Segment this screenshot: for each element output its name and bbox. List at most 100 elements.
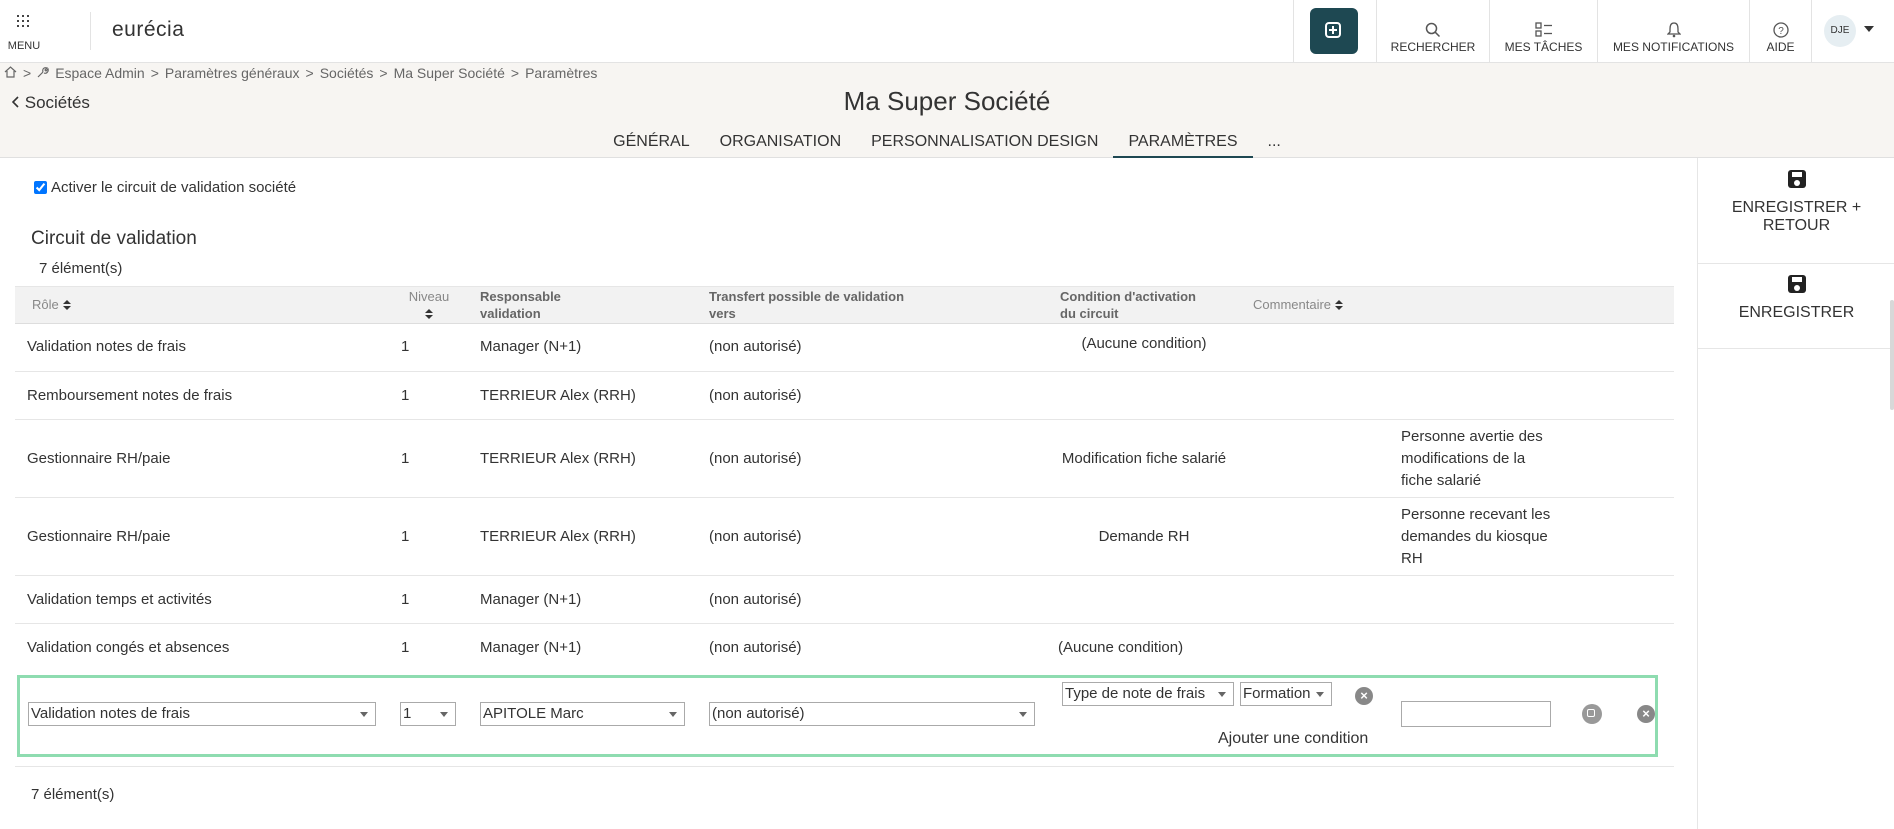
chevron-down-icon	[1864, 26, 1874, 32]
save-return-button[interactable]: ENREGISTRER + RETOUR	[1698, 170, 1894, 264]
transfert-select[interactable]: (non autorisé)	[709, 702, 1035, 726]
responsable-select[interactable]: APITOLE Marc	[480, 702, 685, 726]
divider	[90, 12, 91, 50]
help-icon: ?	[1762, 0, 1799, 38]
sort-icon	[62, 300, 71, 311]
table-row[interactable]: Gestionnaire RH/paie 1 TERRIEUR Alex (RR…	[15, 420, 1674, 498]
condition-cell	[1058, 372, 1230, 419]
tab-personnalisation-design[interactable]: PERSONNALISATION DESIGN	[856, 132, 1113, 156]
user-menu[interactable]: DJE	[1811, 0, 1894, 62]
chevron-left-icon	[11, 93, 25, 112]
help-button[interactable]: ? AIDE	[1749, 0, 1811, 62]
niveau-cell: 1	[401, 386, 410, 404]
table-row[interactable]: Validation notes de frais 1 Manager (N+1…	[15, 323, 1674, 372]
confirm-row-icon[interactable]	[1582, 704, 1602, 724]
validation-circuit-checkbox[interactable]	[34, 181, 47, 194]
comment-input[interactable]	[1401, 701, 1551, 727]
save-return-icon	[1787, 170, 1806, 188]
svg-text:?: ?	[1778, 26, 1784, 37]
tab-general[interactable]: GÉNÉRAL	[598, 132, 704, 156]
niveau-cell: 1	[401, 639, 410, 656]
chevron-down-icon	[1019, 712, 1027, 717]
column-header-commentaire[interactable]: Commentaire	[1253, 296, 1344, 313]
back-link[interactable]: Sociétés	[11, 93, 90, 113]
scrollbar[interactable]	[1890, 300, 1894, 410]
condition-cell: (Aucune condition)	[1058, 639, 1184, 656]
home-icon[interactable]	[4, 65, 17, 81]
niveau-select[interactable]: 1	[400, 702, 456, 726]
my-tasks-label: MES TÂCHES	[1504, 40, 1583, 54]
save-icon	[1787, 275, 1806, 293]
remove-condition-icon[interactable]: ×	[1355, 687, 1373, 705]
breadcrumb-item-parametres: Paramètres	[525, 65, 598, 81]
breadcrumb-item-societes[interactable]: Sociétés	[320, 65, 374, 81]
column-header-role[interactable]: Rôle	[32, 296, 71, 313]
condition-cell: Demande RH	[1098, 527, 1190, 545]
breadcrumb-item-parametres-generaux[interactable]: Paramètres généraux	[165, 65, 300, 81]
role-cell: Validation temps et activités	[27, 590, 212, 608]
search-icon	[1389, 0, 1477, 38]
table-header: Rôle Niveau Responsable validation Transf…	[15, 286, 1674, 324]
breadcrumb-item-admin[interactable]: Espace Admin	[55, 65, 145, 81]
column-header-niveau[interactable]: Niveau	[405, 288, 453, 322]
breadcrumb-separator: >	[23, 65, 32, 81]
breadcrumb-separator: >	[305, 65, 314, 81]
responsable-cell: Manager (N+1)	[480, 338, 582, 355]
condition-value-select[interactable]: Formation	[1240, 682, 1332, 706]
section-title: Circuit de validation	[31, 228, 197, 249]
back-link-label: Sociétés	[24, 93, 90, 112]
chevron-down-icon	[669, 712, 677, 717]
save-button[interactable]: ENREGISTRER	[1698, 275, 1894, 349]
cancel-row-icon[interactable]: ×	[1637, 705, 1655, 723]
column-header-responsable: Responsable validation	[480, 289, 561, 321]
comment-cell: Personne recevant les demandes du kiosqu…	[1401, 505, 1551, 567]
tasks-icon	[1502, 0, 1585, 38]
page-header: > Espace Admin > Paramètres généraux > S…	[0, 63, 1894, 159]
grid-icon	[17, 15, 29, 27]
tab-more[interactable]: ...	[1253, 132, 1296, 156]
help-label: AIDE	[1766, 40, 1795, 54]
comment-cell	[1401, 576, 1561, 623]
breadcrumb-item-company[interactable]: Ma Super Société	[394, 65, 505, 81]
transfert-cell: (non autorisé)	[709, 338, 802, 355]
chevron-down-icon	[1316, 692, 1324, 697]
table-row[interactable]: Gestionnaire RH/paie 1 TERRIEUR Alex (RR…	[15, 498, 1674, 576]
table-row[interactable]: Validation temps et activités 1 Manager …	[15, 576, 1674, 624]
role-cell: Gestionnaire RH/paie	[27, 449, 171, 467]
table-row[interactable]: Validation congés et absences 1 Manager …	[15, 624, 1674, 672]
tab-parametres[interactable]: PARAMÈTRES	[1113, 132, 1253, 159]
logo[interactable]: eurécia	[112, 18, 184, 42]
validation-circuit-toggle[interactable]: Activer le circuit de validation société	[34, 179, 296, 196]
comment-cell	[1401, 372, 1561, 419]
responsable-cell: Manager (N+1)	[480, 590, 582, 608]
search-button[interactable]: RECHERCHER	[1376, 0, 1489, 62]
comment-cell: Personne avertie des modifications de la…	[1401, 427, 1543, 489]
tab-bar: GÉNÉRAL ORGANISATION PERSONNALISATION DE…	[0, 132, 1894, 159]
tab-organisation[interactable]: ORGANISATION	[705, 132, 857, 156]
table-row[interactable]: Remboursement notes de frais 1 TERRIEUR …	[15, 372, 1674, 420]
responsable-cell: Manager (N+1)	[480, 639, 582, 656]
notifications-label: MES NOTIFICATIONS	[1612, 40, 1735, 54]
chevron-down-icon	[1218, 692, 1226, 697]
action-panel: ENREGISTRER + RETOUR ENREGISTRER	[1697, 158, 1894, 829]
transfert-cell: (non autorisé)	[709, 386, 802, 404]
condition-type-select[interactable]: Type de note de frais	[1062, 682, 1234, 706]
create-button[interactable]	[1293, 0, 1376, 62]
add-condition-link[interactable]: Ajouter une condition	[1218, 730, 1368, 748]
column-header-condition: Condition d'activation du circuit	[1060, 289, 1196, 321]
condition-cell	[1058, 576, 1230, 623]
role-cell: Validation congés et absences	[27, 639, 230, 656]
transfert-cell: (non autorisé)	[709, 590, 802, 608]
notifications-button[interactable]: MES NOTIFICATIONS	[1597, 0, 1749, 62]
responsable-cell: TERRIEUR Alex (RRH)	[480, 527, 636, 545]
edit-row: Validation notes de frais 1 APITOLE Marc…	[17, 675, 1658, 757]
role-select[interactable]: Validation notes de frais	[28, 702, 376, 726]
transfert-cell: (non autorisé)	[709, 639, 802, 656]
transfert-cell: (non autorisé)	[709, 527, 802, 545]
save-label: ENREGISTRER	[1738, 304, 1855, 321]
breadcrumb: > Espace Admin > Paramètres généraux > S…	[4, 65, 597, 81]
top-bar: MENU eurécia RECHERCHER MES TÂCHES MES N…	[0, 0, 1894, 63]
niveau-cell: 1	[401, 527, 410, 545]
menu-button[interactable]: MENU	[0, 0, 48, 62]
my-tasks-button[interactable]: MES TÂCHES	[1489, 0, 1597, 62]
